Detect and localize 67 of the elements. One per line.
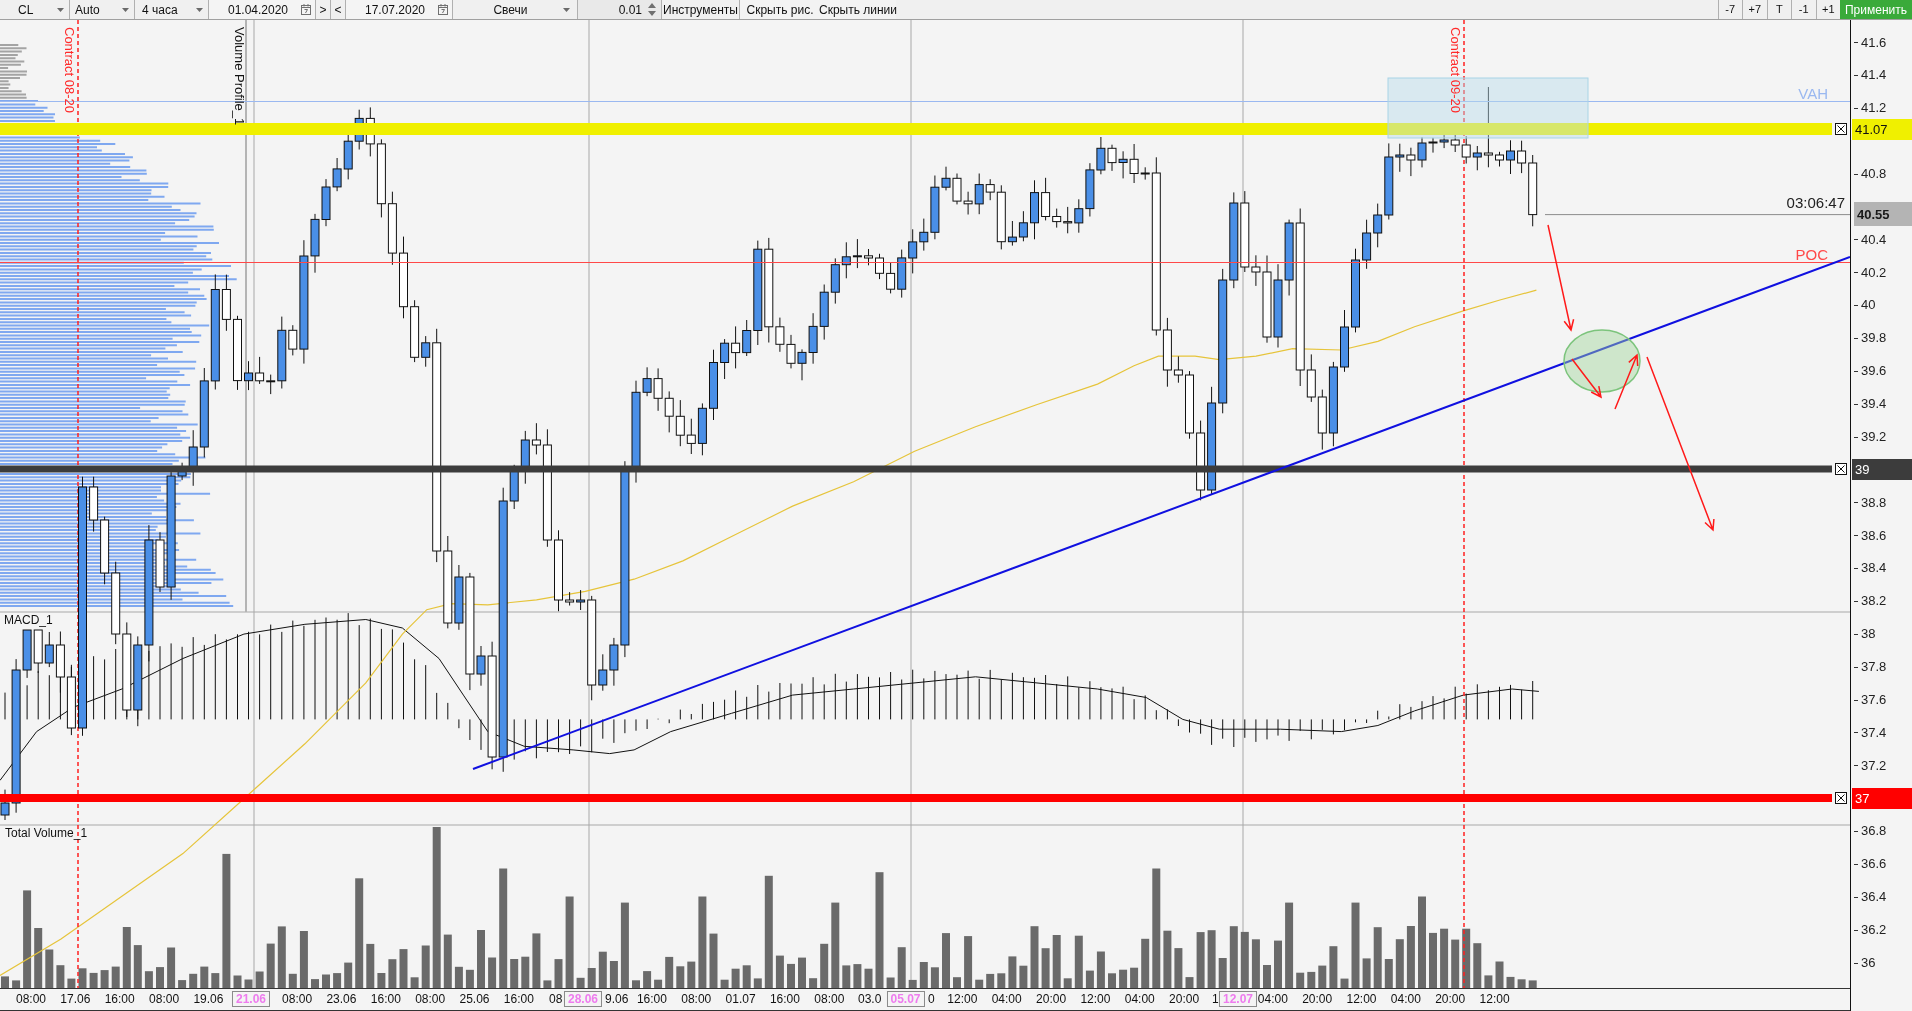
price-line-label: 37: [1852, 787, 1912, 809]
time-label: 08:00: [149, 991, 180, 1007]
countdown-label: 03:06:47: [1786, 195, 1845, 210]
time-label: 12.07: [1219, 991, 1257, 1007]
time-label: 1: [1212, 991, 1219, 1007]
arrow-annotation: [1571, 358, 1603, 399]
time-label: 08:00: [16, 991, 46, 1007]
time-label: 01.07: [725, 991, 756, 1007]
profile-level-label: POC: [1795, 246, 1828, 262]
time-label: 25.06: [459, 991, 490, 1007]
time-label: 0: [928, 991, 935, 1007]
time-label: 12:00: [1346, 991, 1377, 1007]
contract-label: Contract 09-20: [1449, 27, 1462, 113]
calendar-icon[interactable]: [301, 4, 311, 15]
time-label: 17.06: [60, 991, 91, 1007]
time-label: 19.06: [193, 991, 224, 1007]
time-label: 12:00: [1479, 991, 1510, 1007]
axis-label: 37.8: [1854, 659, 1887, 674]
close-box-icon[interactable]: [1835, 463, 1847, 475]
time-label: 16:00: [503, 991, 534, 1007]
indicator-label: Volume Profile_1: [233, 27, 246, 126]
axis-label: 36.2: [1854, 922, 1887, 937]
tools-button[interactable]: Инструменты: [662, 0, 740, 19]
time-label: 9.06: [605, 991, 629, 1007]
time-label: 12:00: [1080, 991, 1111, 1007]
time-label: 21.06: [232, 991, 270, 1007]
time-label: 20:00: [1435, 991, 1466, 1007]
time-label: 12:00: [947, 991, 978, 1007]
contract-label: Contract 08-20: [63, 27, 76, 113]
time-label: 08:00: [681, 991, 712, 1007]
time-label: 08:00: [814, 991, 845, 1007]
time-label: 03.0: [858, 991, 882, 1007]
profile-level-label: VAH: [1798, 85, 1828, 101]
last-price-label: 40.55: [1854, 202, 1912, 226]
symbol-dropdown[interactable]: CL: [0, 0, 70, 19]
calendar-icon[interactable]: [438, 4, 448, 15]
time-label: 20:00: [1302, 991, 1333, 1007]
time-label: 05.07: [886, 991, 925, 1007]
time-label: 08:00: [282, 991, 313, 1007]
time-label: 16:00: [370, 991, 401, 1007]
time-label: 16:00: [104, 991, 135, 1007]
time-label: 04:00: [1257, 991, 1288, 1007]
tick-step-field[interactable]: 0.01: [578, 0, 662, 19]
caret-icon: [196, 7, 203, 12]
time-label: 04:00: [991, 991, 1022, 1007]
time-label: 04:00: [1124, 991, 1155, 1007]
price-line-label: 39: [1852, 458, 1912, 480]
time-label: 04:00: [1390, 991, 1421, 1007]
time-label: 20:00: [1036, 991, 1067, 1007]
time-label: 08: [549, 991, 563, 1007]
caret-icon: [122, 7, 129, 12]
close-box-icon[interactable]: [1835, 123, 1847, 135]
time-label: 28.06: [564, 991, 602, 1007]
time-label: 16:00: [769, 991, 800, 1007]
price-line-label: 41.07: [1852, 118, 1912, 140]
time-label: 08:00: [415, 991, 446, 1007]
date-from-field[interactable]: 01.04.2020: [209, 0, 316, 19]
time-label: 20:00: [1169, 991, 1200, 1007]
caret-icon: [563, 7, 570, 12]
date-to-field[interactable]: 17.07.2020: [346, 0, 453, 19]
caret-icon: [57, 7, 64, 12]
close-box-icon[interactable]: [1835, 792, 1847, 804]
arrow-annotation: [1614, 353, 1639, 410]
time-label: 16:00: [636, 991, 667, 1007]
spinner-icon[interactable]: [648, 3, 656, 16]
aggregation-dropdown[interactable]: Auto: [70, 0, 135, 19]
time-label: 23.06: [326, 991, 357, 1007]
